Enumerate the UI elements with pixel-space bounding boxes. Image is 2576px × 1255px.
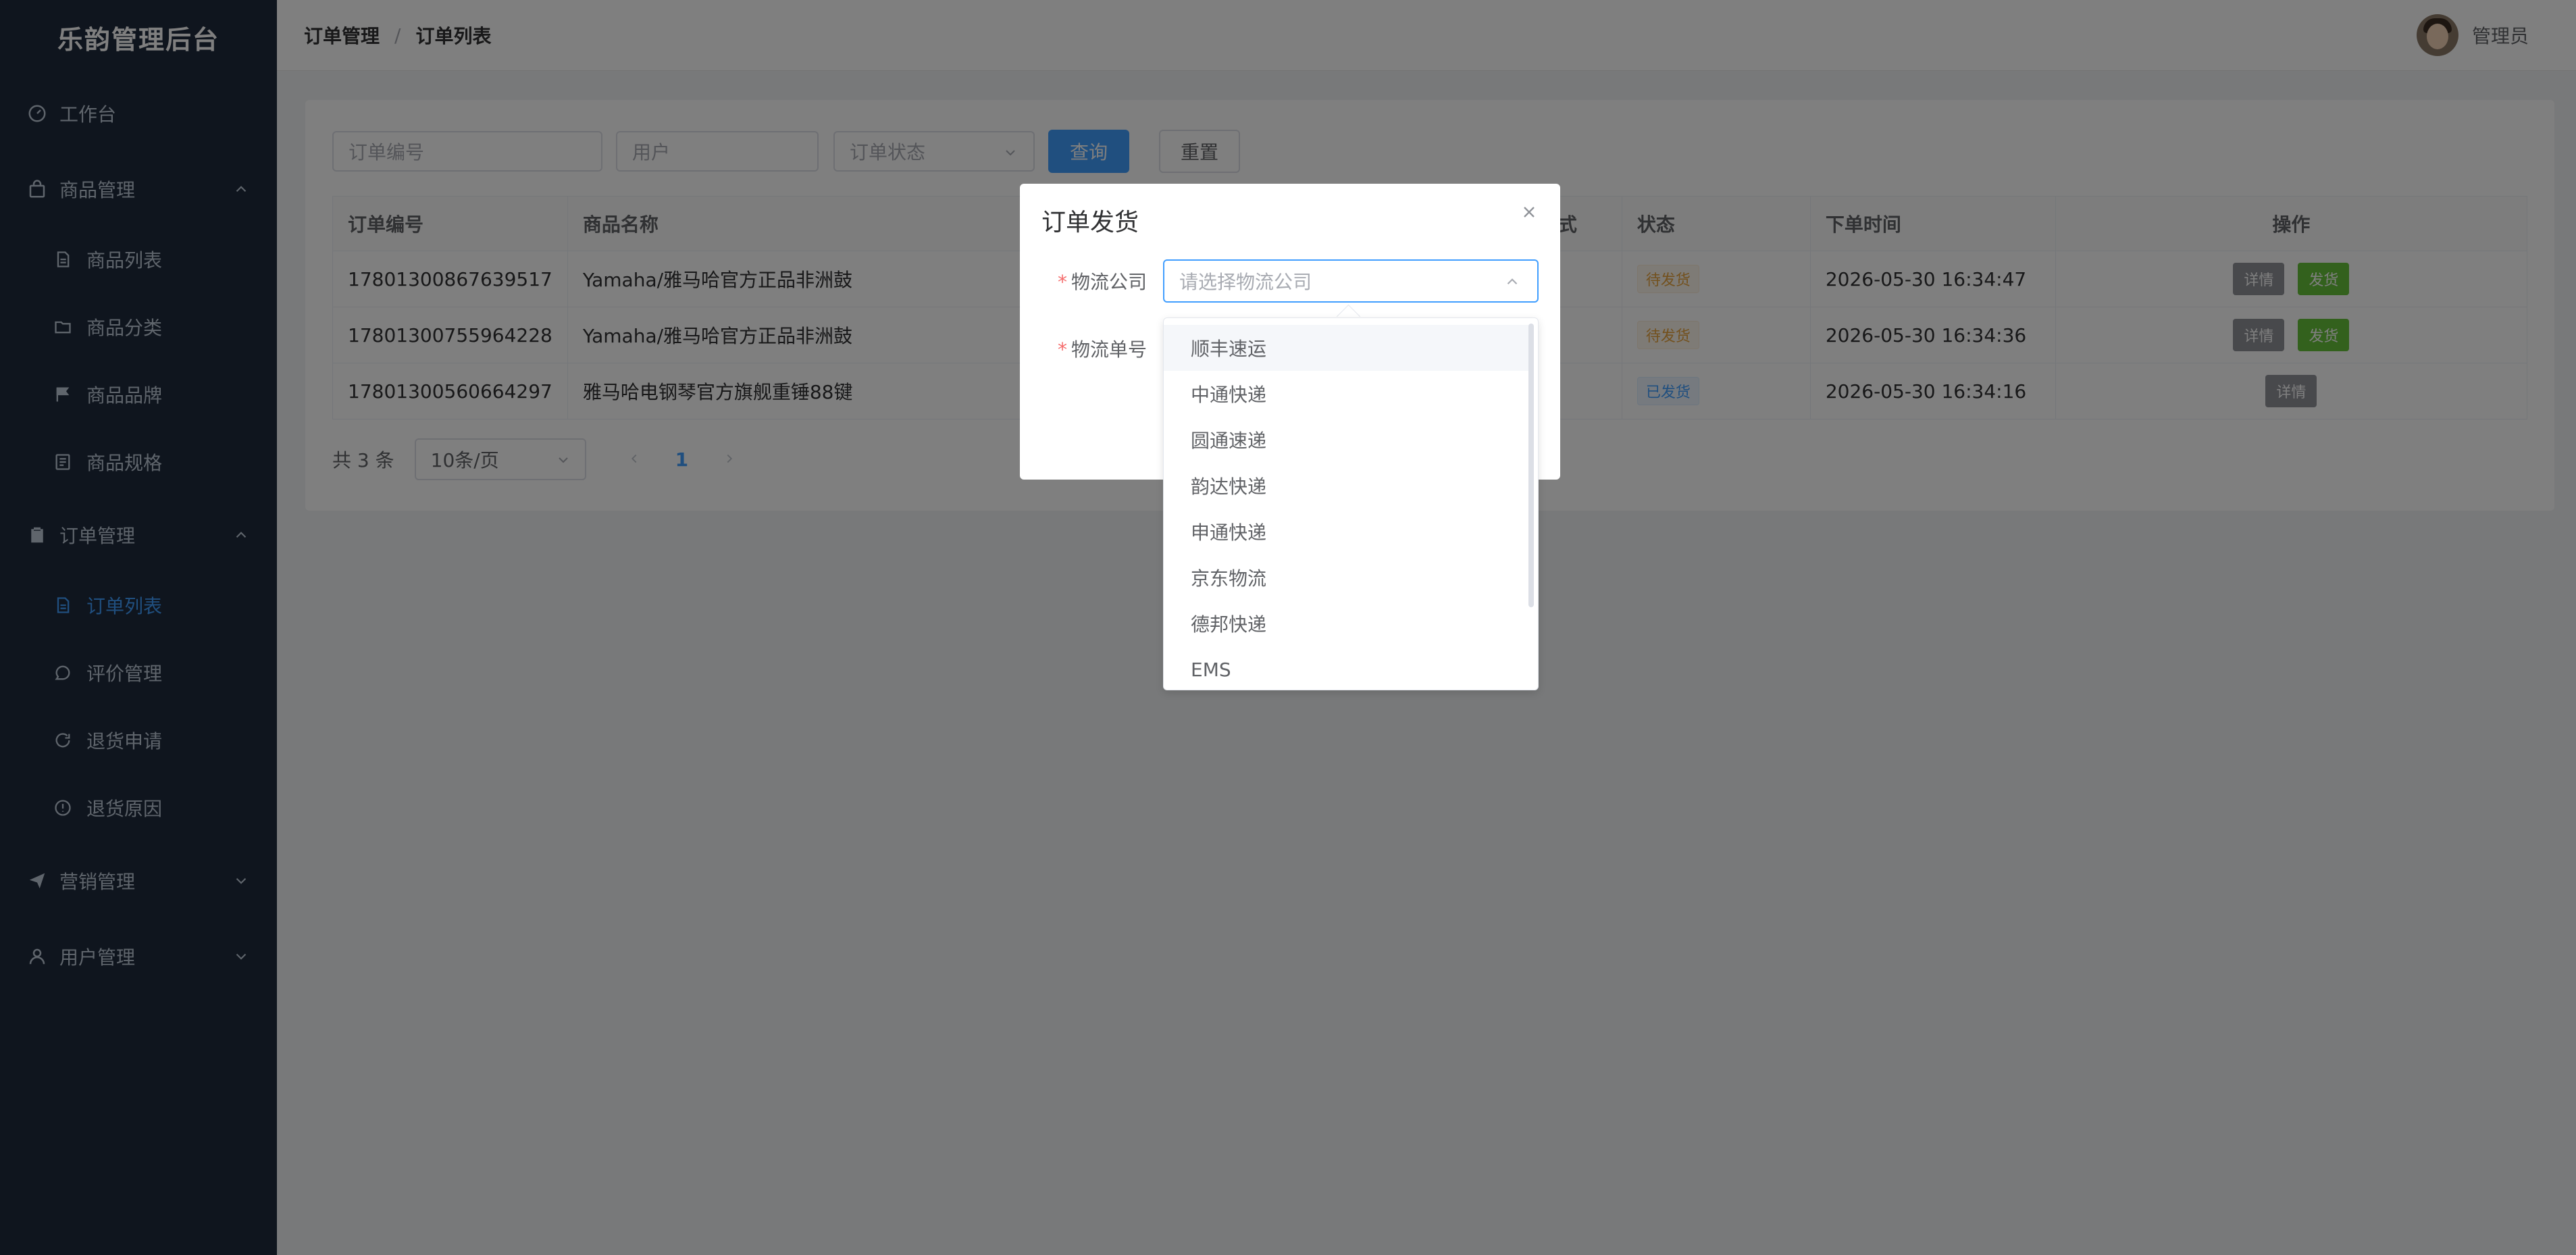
option-zto[interactable]: 中通快递 [1164, 371, 1528, 417]
logistics-company-dropdown: 顺丰速运 中通快递 圆通速递 韵达快递 申通快递 京东物流 德邦快递 EMS [1163, 317, 1539, 690]
logistics-company-placeholder: 请选择物流公司 [1179, 271, 1312, 293]
option-yunda[interactable]: 韵达快递 [1164, 463, 1528, 509]
company-label-text: 物流公司 [1071, 271, 1148, 293]
option-deppon[interactable]: 德邦快递 [1164, 600, 1528, 646]
required-mark: * [1058, 338, 1067, 361]
option-yto[interactable]: 圆通速递 [1164, 417, 1528, 463]
tracking-label: * 物流单号 [1058, 335, 1147, 362]
option-sf[interactable]: 顺丰速运 [1164, 325, 1528, 371]
option-sto[interactable]: 申通快递 [1164, 509, 1528, 555]
required-mark: * [1058, 271, 1067, 293]
option-ems[interactable]: EMS [1164, 646, 1528, 690]
option-jd[interactable]: 京东物流 [1164, 555, 1528, 600]
company-label: * 物流公司 [1058, 267, 1147, 294]
close-icon[interactable] [1520, 203, 1540, 223]
tracking-label-text: 物流单号 [1071, 338, 1148, 361]
chevron-up-icon [1503, 273, 1521, 290]
dropdown-scrollbar[interactable] [1528, 324, 1534, 607]
dialog-title: 订单发货 [1041, 209, 1139, 236]
logistics-company-select[interactable]: 请选择物流公司 [1163, 259, 1539, 303]
